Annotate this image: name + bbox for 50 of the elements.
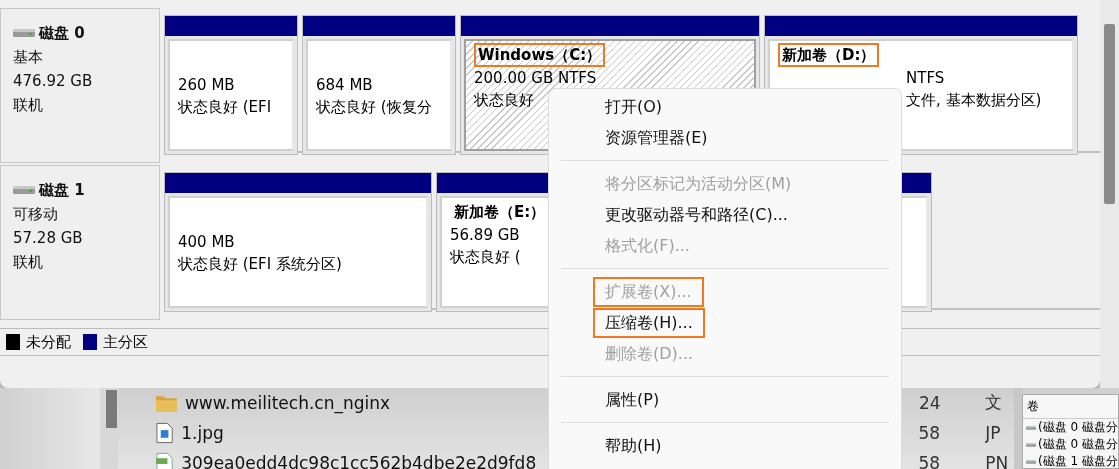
folder-icon — [156, 393, 177, 412]
image-file-icon — [156, 422, 174, 444]
legend-label: 主分区 — [103, 332, 148, 352]
file-column-text: PN — [985, 453, 1010, 469]
volume-name[interactable]: (磁盘 0 磁盘分 — [1038, 419, 1118, 436]
partition-title: 新加卷（D:） — [778, 43, 880, 67]
disk-name: 磁盘 0 — [39, 23, 85, 44]
disk-status: 联机 — [13, 252, 44, 273]
disk-size: 57.28 GB — [13, 228, 84, 249]
file-column-text: 58 — [918, 423, 942, 443]
partition-block[interactable]: 260 MB 状态良好 (EFI — [164, 15, 298, 155]
scrollbar[interactable] — [1100, 0, 1119, 388]
menu-item[interactable]: 帮助(H) — [593, 430, 674, 461]
legend-label: 未分配 — [26, 332, 71, 352]
partition-info: 状态良好 (恢复分 — [316, 97, 432, 118]
volume-name[interactable]: (磁盘 0 磁盘分 — [1038, 436, 1118, 453]
disk-name: 磁盘 1 — [39, 180, 85, 201]
partition-info: 文件, 基本数据分区) — [906, 90, 1042, 111]
disk-type: 基本 — [13, 47, 44, 68]
partition-info: 状态良好 ( — [450, 247, 521, 268]
partition-info: 状态良好 — [474, 90, 534, 111]
disk-size: 476.92 GB — [13, 71, 94, 92]
disk-status: 联机 — [13, 95, 44, 116]
partition-title: 新加卷（E:） — [453, 202, 547, 223]
menu-item[interactable]: 打开(O) — [593, 91, 675, 122]
partition-info: 400 MB — [178, 232, 235, 253]
partition-title: Windows（C:） — [474, 43, 606, 67]
partition-block[interactable]: 400 MB 状态良好 (EFI 系统分区) — [164, 172, 432, 312]
menu-item[interactable]: 资源管理器(E) — [593, 122, 720, 153]
menu-item[interactable]: 属性(P) — [593, 384, 672, 415]
partition-info: NTFS — [906, 68, 945, 89]
disk-type: 可移动 — [13, 204, 59, 225]
file-column-text: 文 — [985, 391, 1004, 414]
volume-name[interactable]: (磁盘 1 磁盘分 — [1038, 453, 1118, 468]
partition-info: 260 MB — [178, 75, 235, 96]
scrollbar[interactable] — [100, 388, 118, 469]
partition-info: 200.00 GB NTFS — [474, 68, 597, 89]
disk-drive-icon — [13, 28, 35, 38]
partition-info: 状态良好 (EFI 系统分区) — [178, 254, 342, 275]
partition-block[interactable]: 684 MB 状态良好 (恢复分 — [302, 15, 456, 155]
partition-info: 684 MB — [316, 75, 373, 96]
disk-drive-icon — [13, 185, 35, 195]
menu-item[interactable]: 更改驱动器号和路径(C)... — [593, 199, 800, 230]
png-file-icon — [156, 452, 174, 469]
partition-info: 56.89 GB — [450, 225, 520, 246]
menu-item[interactable]: 压缩卷(H)... — [593, 307, 705, 338]
file-column-text: 58 — [918, 453, 942, 469]
partition-info: 状态良好 (EFI — [178, 97, 272, 118]
column-header: 卷 — [1023, 395, 1118, 419]
file-column-text: 24 — [918, 392, 942, 413]
